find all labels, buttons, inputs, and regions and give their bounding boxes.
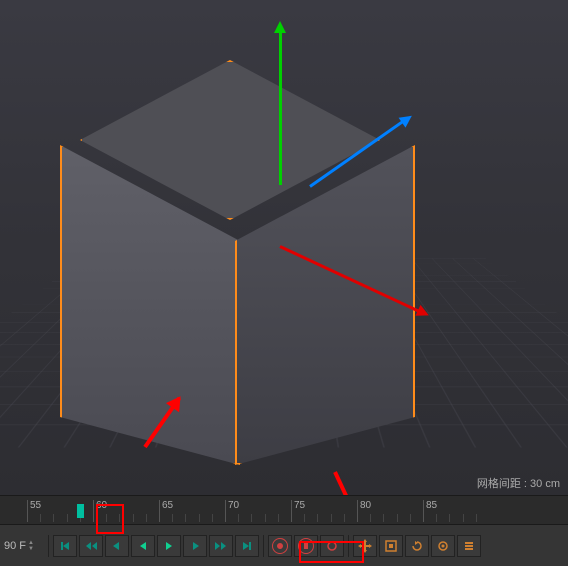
play-button[interactable] bbox=[157, 535, 181, 557]
divider bbox=[48, 535, 49, 557]
tick-major: 85 bbox=[423, 500, 437, 522]
tick-major: 70 bbox=[225, 500, 239, 522]
annotation-highlight bbox=[299, 541, 364, 563]
key-rotation-button[interactable] bbox=[405, 535, 429, 557]
rotate-icon bbox=[411, 540, 423, 552]
play-reverse-button[interactable] bbox=[131, 535, 155, 557]
tick-minor bbox=[238, 514, 239, 522]
go-next-key-button[interactable] bbox=[209, 535, 233, 557]
record-icon bbox=[272, 538, 288, 554]
tick-minor bbox=[331, 514, 332, 522]
pla-icon bbox=[463, 540, 475, 552]
current-frame-value: 90 F bbox=[4, 540, 26, 552]
tick-minor bbox=[397, 514, 398, 522]
tick-minor bbox=[251, 514, 252, 522]
tick-minor bbox=[410, 514, 411, 522]
keyframe-marker[interactable] bbox=[77, 504, 84, 518]
tick-minor bbox=[265, 514, 266, 522]
divider bbox=[263, 535, 264, 557]
tick-minor bbox=[304, 514, 305, 522]
tick-major: 80 bbox=[357, 500, 371, 522]
axis-gizmo[interactable] bbox=[280, 185, 281, 186]
tick-major: 65 bbox=[159, 500, 173, 522]
step-forward-button[interactable] bbox=[183, 535, 207, 557]
record-button[interactable] bbox=[268, 535, 292, 557]
tick-minor bbox=[344, 514, 345, 522]
key-scale-button[interactable] bbox=[379, 535, 403, 557]
go-end-icon bbox=[241, 540, 253, 552]
next-key-icon bbox=[215, 540, 227, 552]
tick-minor bbox=[317, 514, 318, 522]
cube-object[interactable] bbox=[50, 60, 430, 480]
parameter-icon bbox=[437, 540, 449, 552]
prev-key-icon bbox=[85, 540, 97, 552]
tick-major: 55 bbox=[27, 500, 41, 522]
tick-minor bbox=[449, 514, 450, 522]
go-end-button[interactable] bbox=[235, 535, 259, 557]
y-axis-handle[interactable] bbox=[279, 25, 282, 185]
frame-stepper[interactable]: ▲▼ bbox=[28, 540, 34, 552]
annotation-highlight bbox=[96, 504, 124, 534]
play-icon bbox=[163, 540, 175, 552]
tick-minor bbox=[278, 514, 279, 522]
tick-minor bbox=[199, 514, 200, 522]
play-reverse-icon bbox=[137, 540, 149, 552]
key-parameter-button[interactable] bbox=[431, 535, 455, 557]
tick-minor bbox=[185, 514, 186, 522]
tick-major: 75 bbox=[291, 500, 305, 522]
playback-toolbar: 90 F ▲▼ bbox=[0, 525, 568, 566]
step-back-icon bbox=[111, 540, 123, 552]
step-back-button[interactable] bbox=[105, 535, 129, 557]
tick-minor bbox=[383, 514, 384, 522]
step-forward-icon bbox=[189, 540, 201, 552]
go-prev-key-button[interactable] bbox=[79, 535, 103, 557]
current-frame-field[interactable]: 90 F ▲▼ bbox=[4, 540, 44, 552]
tick-minor bbox=[463, 514, 464, 522]
tick-minor bbox=[40, 514, 41, 522]
scale-icon bbox=[385, 540, 397, 552]
key-pla-button[interactable] bbox=[457, 535, 481, 557]
tick-minor bbox=[67, 514, 68, 522]
tick-minor bbox=[476, 514, 477, 522]
viewport-3d[interactable]: 网格间距 : 30 cm bbox=[0, 0, 568, 495]
tick-minor bbox=[53, 514, 54, 522]
tick-minor bbox=[370, 514, 371, 522]
tick-minor bbox=[436, 514, 437, 522]
timeline-ruler[interactable]: 55606570758085 bbox=[0, 495, 568, 525]
go-start-icon bbox=[59, 540, 71, 552]
tick-minor bbox=[146, 514, 147, 522]
tick-minor bbox=[212, 514, 213, 522]
grid-spacing-label: 网格间距 : 30 cm bbox=[477, 475, 560, 491]
timeline-ticks[interactable]: 55606570758085 bbox=[0, 496, 568, 524]
tick-minor bbox=[172, 514, 173, 522]
tick-minor bbox=[133, 514, 134, 522]
go-start-button[interactable] bbox=[53, 535, 77, 557]
